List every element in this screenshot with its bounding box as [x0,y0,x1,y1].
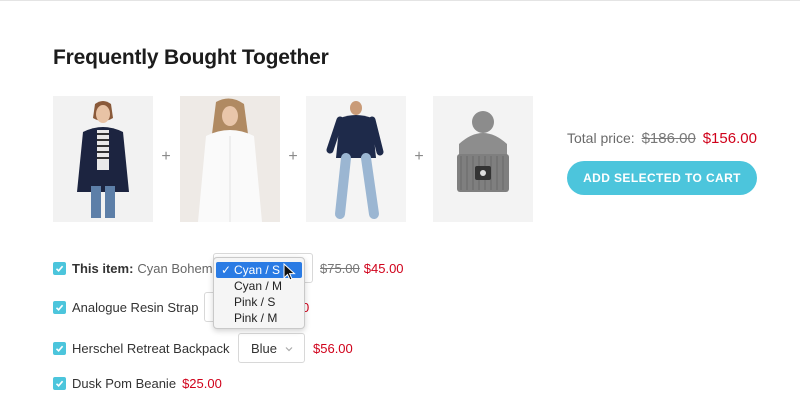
check-icon [55,304,64,311]
item-row-this-item: This item: Cyan Bohem [53,258,213,278]
item-checkbox[interactable] [53,376,66,390]
item-checkbox[interactable] [53,300,66,314]
product-image-blouse[interactable] [180,96,280,222]
mouse-pointer-icon [283,263,296,281]
chevron-down-icon [285,347,293,352]
variant-select-value: Blue [251,340,278,356]
product-image-cardigan[interactable] [53,96,153,222]
check-icon [55,380,64,387]
item-prices-this-item: $75.00 $45.00 [320,258,404,278]
total-price: Total price: $186.00 $156.00 [567,130,757,147]
item-price: $56.00 [313,340,353,356]
item-row-analogue-resin-strap: Analogue Resin Strap [53,297,198,317]
dropdown-option-label: Cyan / M [234,279,283,293]
plus-sign: + [161,148,171,165]
dropdown-option-label: Pink / S [234,295,276,309]
dropdown-option-label: Cyan / S [234,263,281,277]
check-icon [55,265,64,272]
item-price: $25.00 [182,375,222,391]
add-selected-to-cart-button[interactable]: ADD SELECTED TO CART [567,161,757,195]
beanie-illustration [433,96,533,222]
total-old-price: $186.00 [641,130,696,147]
item-name: Dusk Pom Beanie [72,375,177,391]
checkmark-icon: ✓ [221,263,232,277]
total-label: Total price: [567,130,635,146]
check-icon [55,345,64,352]
item-checkbox[interactable] [53,261,66,275]
cardigan-model-illustration [53,96,153,222]
this-item-label: This item: [72,260,134,276]
plus-sign: + [414,148,424,165]
dropdown-option[interactable]: Pink / M [216,310,302,326]
product-image-beanie[interactable] [433,96,533,222]
item-old-price: $75.00 [320,260,360,276]
plus-sign: + [288,148,298,165]
top-divider [0,0,800,1]
item-name: Herschel Retreat Backpack [72,340,230,356]
dropdown-option[interactable]: Pink / S [216,294,302,310]
hoodie-model-illustration [306,96,406,222]
item-row-dusk-pom-beanie: Dusk Pom Beanie $25.00 [53,373,222,393]
product-image-hoodie[interactable] [306,96,406,222]
blouse-model-illustration [180,96,280,222]
item-row-herschel-backpack: Herschel Retreat Backpack [53,338,230,358]
item-price: $45.00 [363,260,404,276]
item-name: Analogue Resin Strap [72,299,199,315]
dropdown-option-label: Pink / M [234,311,278,325]
item-checkbox[interactable] [53,341,66,355]
item-price-herschel-backpack: $56.00 [313,338,353,358]
variant-select-herschel-backpack[interactable]: Blue [238,333,305,363]
total-new-price: $156.00 [702,130,757,147]
item-name: Cyan Bohem [137,260,213,276]
section-title: Frequently Bought Together [53,46,329,69]
